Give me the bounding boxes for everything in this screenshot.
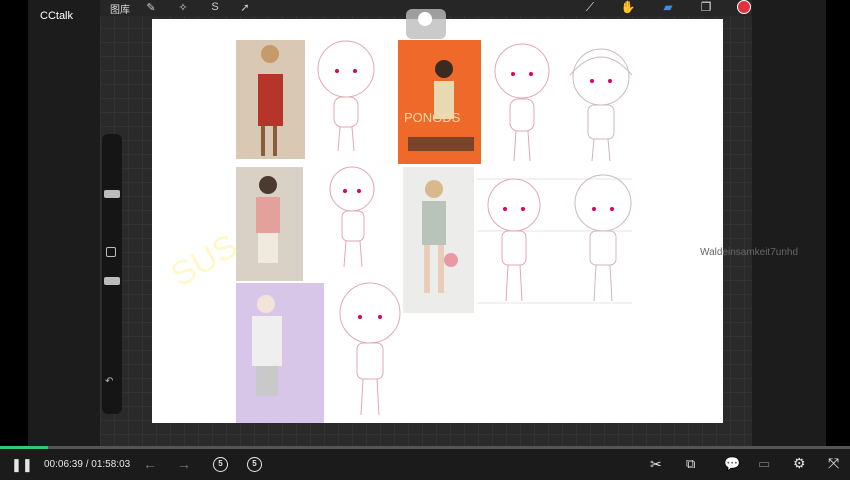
modify-button[interactable] [106, 247, 116, 257]
forward-5-icon[interactable]: 5 [247, 457, 262, 472]
layers-icon[interactable]: ❐ [698, 0, 714, 14]
procreate-sidebar [102, 134, 122, 414]
theater-mode-icon[interactable]: ▭ [758, 456, 770, 472]
exit-fullscreen-icon[interactable]: ⤧ [828, 455, 839, 472]
gallery-button[interactable]: 图库 [110, 1, 130, 16]
selection-icon[interactable]: S [208, 1, 222, 13]
brush-icon[interactable]: ⟋ [582, 0, 598, 15]
drawing-canvas[interactable]: PONGDS SUS [152, 19, 723, 423]
settings-gear-icon[interactable]: ⚙ [793, 455, 806, 472]
current-time: 00:06:39 [44, 459, 83, 470]
app-logo: CCtalk [40, 10, 74, 22]
chibi-sketch-4 [329, 166, 375, 268]
canvas-artwork: PONGDS SUS [165, 40, 633, 423]
chibi-sketch-2 [494, 43, 550, 162]
brush-size-slider[interactable] [104, 190, 120, 198]
total-time: 01:58:03 [91, 459, 131, 470]
faint-watermark-sketch: SUS [165, 227, 245, 295]
chibi-sketch-7 [339, 282, 401, 416]
chibi-sketch-5 [487, 178, 541, 302]
chibi-sketch-6 [574, 174, 632, 302]
pause-icon[interactable]: ❚❚ [11, 457, 33, 473]
opacity-slider[interactable] [104, 277, 120, 285]
screenshot-icon[interactable]: ⧉ [686, 456, 695, 472]
smudge-icon[interactable]: ✋ [620, 0, 636, 14]
rewind-5-icon[interactable]: 5 [213, 457, 228, 472]
transform-arrow-icon[interactable]: ➚ [238, 1, 252, 14]
scissors-icon[interactable]: ✂ [650, 456, 662, 473]
chibi-sketch-1 [317, 40, 375, 152]
user-watermark: Waldeinsamkeit7unhd [700, 247, 799, 258]
undo-icon[interactable]: ↶ [105, 376, 113, 387]
wrench-icon[interactable]: ✎ [144, 1, 158, 14]
drag-handle-knob[interactable] [418, 12, 432, 26]
chibi-sketch-3 [569, 48, 633, 162]
cover-title: PONGDS [404, 110, 461, 125]
time-separator: / [85, 459, 89, 470]
color-picker[interactable] [737, 0, 751, 14]
previous-icon[interactable]: ← [143, 456, 157, 472]
next-icon[interactable]: → [177, 456, 191, 472]
danmaku-icon[interactable]: 💬 [724, 456, 740, 472]
guide-lines [477, 178, 632, 304]
video-right-letterbox [752, 0, 826, 447]
magic-wand-icon[interactable]: ✧ [176, 1, 190, 14]
video-left-letterbox [28, 0, 102, 447]
time-display: 00:06:39 / 01:58:03 [44, 459, 130, 470]
eraser-icon[interactable]: ▰ [660, 0, 676, 14]
